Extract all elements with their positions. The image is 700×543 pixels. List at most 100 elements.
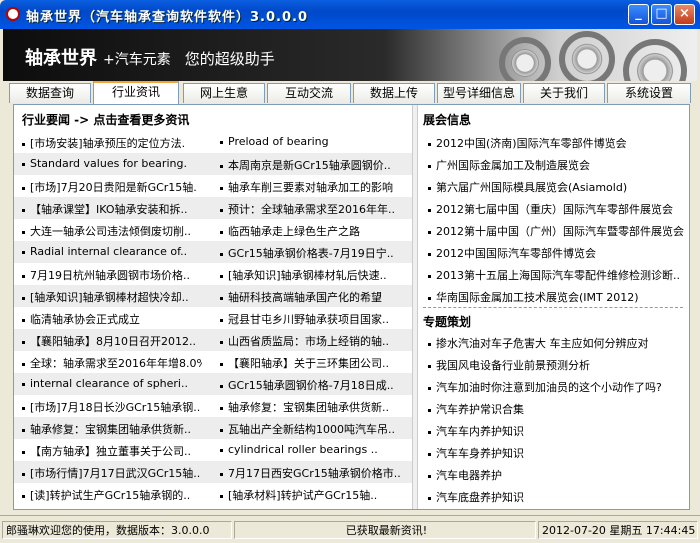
- news-row: Standard values for bearing. 本周南京是新GCr15…: [14, 153, 412, 175]
- news-link[interactable]: [轴承材料]转护试产GCr15轴..: [220, 487, 400, 503]
- news-link[interactable]: 轴承车削三要素对轴承加工的影响: [220, 179, 400, 195]
- news-link[interactable]: 全球：轴承需求至2016年年增8.0%: [22, 355, 202, 371]
- news-link[interactable]: 预计：全球轴承需求至2016年年..: [220, 201, 400, 217]
- status-welcome: 郎骚琳欢迎您的使用，数据版本：3.0.0.0: [2, 521, 232, 539]
- topic-link[interactable]: 汽车车内养护知识: [428, 423, 684, 441]
- exhibition-link[interactable]: 广州国际金属加工及制造展览会: [428, 157, 684, 175]
- tab-model-details[interactable]: 型号详细信息: [437, 83, 521, 103]
- news-link[interactable]: 轴承修复：宝钢集团轴承供货新..: [22, 421, 202, 437]
- close-button[interactable]: ×: [674, 4, 695, 25]
- news-link[interactable]: 轴承修复：宝钢集团轴承供货新..: [220, 399, 400, 415]
- bullet-icon: [22, 250, 25, 254]
- topic-link[interactable]: 汽车底盘养护知识: [428, 489, 684, 507]
- exhibition-link[interactable]: 2013第十五届上海国际汽车零配件维修检测诊断..: [428, 267, 684, 285]
- topic-link[interactable]: 汽车养护常识合集: [428, 401, 684, 419]
- bearing-image: [499, 37, 551, 81]
- exhibition-link[interactable]: 第六届广州国际模具展览会(Asiamold): [428, 179, 684, 197]
- news-link[interactable]: [轴承知识]轴承钢棒材超快冷却..: [22, 289, 202, 305]
- exhibition-link[interactable]: 2012第七届中国（重庆）国际汽车零部件展览会: [428, 201, 684, 219]
- news-header[interactable]: 行业要闻 -> 点击查看更多资讯: [22, 111, 189, 128]
- news-link[interactable]: [轴承知识]轴承钢棒材轧后快速..: [220, 267, 400, 283]
- news-link[interactable]: Preload of bearing: [220, 135, 400, 151]
- bullet-icon: [220, 494, 223, 498]
- news-link[interactable]: [市场]7月18日长沙GCr15轴承钢..: [22, 399, 202, 415]
- exhibition-link[interactable]: 华南国际金属加工技术展览会(IMT 2012): [428, 289, 684, 307]
- news-row: internal clearance of spheri.. GCr15轴承圆钢…: [14, 373, 412, 395]
- tab-data-upload[interactable]: 数据上传: [353, 83, 435, 103]
- news-link[interactable]: 轴研科技高端轴承国产化的希望: [220, 289, 400, 305]
- news-link[interactable]: 大连一轴承公司违法倾倒废切削..: [22, 223, 202, 239]
- bullet-icon: [220, 230, 223, 234]
- news-link[interactable]: [市场安装]轴承预压的定位方法.: [22, 135, 202, 151]
- window-title: 轴承世界（汽车轴承查询软件软件）3.0.0.0: [26, 10, 308, 25]
- news-link[interactable]: 冠县甘屯乡川野轴承获项目国家..: [220, 311, 400, 327]
- news-link[interactable]: Radial internal clearance of..: [22, 245, 202, 261]
- news-link[interactable]: 山西省质监局：市场上经销的轴..: [220, 333, 400, 349]
- tab-industry-news[interactable]: 行业资讯: [93, 81, 179, 104]
- bullet-icon: [220, 340, 223, 344]
- tab-online-business[interactable]: 网上生意: [183, 83, 265, 103]
- news-link[interactable]: 瓦轴出产全新结构1000吨汽车吊..: [220, 421, 400, 437]
- bullet-icon: [428, 342, 431, 346]
- bullet-icon: [428, 164, 431, 168]
- news-link[interactable]: [读]转护试生产GCr15轴承钢的..: [22, 487, 202, 503]
- bullet-icon: [22, 428, 25, 432]
- bullet-icon: [22, 340, 25, 344]
- exhibition-link[interactable]: 2012中国国际汽车零部件博览会: [428, 245, 684, 263]
- news-link[interactable]: 本周南京是新GCr15轴承圆钢价..: [220, 157, 400, 173]
- news-link[interactable]: 7月19日杭州轴承圆钢市场价格..: [22, 267, 202, 283]
- tab-bar: 数据查询 行业资讯 网上生意 互动交流 数据上传 型号详细信息 关于我们 系统设…: [3, 81, 697, 104]
- news-link[interactable]: cylindrical roller bearings ..: [220, 443, 400, 459]
- news-link[interactable]: GCr15轴承圆钢价格-7月18日成..: [220, 377, 400, 393]
- topic-link[interactable]: 汽车电器养护: [428, 467, 684, 485]
- news-row: [市场安装]轴承预压的定位方法. Preload of bearing: [14, 131, 412, 153]
- news-link[interactable]: 临西轴承走上绿色生产之路: [220, 223, 400, 239]
- news-link[interactable]: [市场]7月20日贵阳是新GCr15轴.: [22, 179, 202, 195]
- minimize-button[interactable]: _: [628, 4, 649, 25]
- news-link[interactable]: 临清轴承协会正式成立: [22, 311, 202, 327]
- bullet-icon: [428, 496, 431, 500]
- news-row: [市场]7月20日贵阳是新GCr15轴. 轴承车削三要素对轴承加工的影响: [14, 175, 412, 197]
- topic-link[interactable]: 掺水汽油对车子危害大 车主应如何分辨应对: [428, 335, 684, 353]
- bullet-icon: [428, 364, 431, 368]
- news-row: [市场]7月18日长沙GCr15轴承钢.. 轴承修复：宝钢集团轴承供货新..: [14, 395, 412, 417]
- news-link[interactable]: 【襄阳轴承】8月10日召开2012..: [22, 333, 202, 349]
- bullet-icon: [428, 230, 431, 234]
- news-row: [轴承知识]轴承钢棒材超快冷却.. 轴研科技高端轴承国产化的希望: [14, 285, 412, 307]
- bullet-icon: [220, 362, 223, 366]
- side-panel: 展会信息 2012中国(济南)国际汽车零部件博览会 广州国际金属加工及制造展览会…: [418, 105, 689, 509]
- bullet-icon: [22, 208, 25, 212]
- bullet-icon: [220, 186, 223, 190]
- news-row: 临清轴承协会正式成立 冠县甘屯乡川野轴承获项目国家..: [14, 307, 412, 329]
- tab-interaction[interactable]: 互动交流: [267, 83, 351, 103]
- news-row: 轴承修复：宝钢集团轴承供货新.. 瓦轴出产全新结构1000吨汽车吊..: [14, 417, 412, 439]
- news-link[interactable]: 7月17日西安GCr15轴承钢价格市..: [220, 465, 400, 481]
- title-bar[interactable]: 轴承世界（汽车轴承查询软件软件）3.0.0.0 _ □ ×: [0, 0, 700, 29]
- news-link[interactable]: GCr15轴承钢价格表-7月19日宁..: [220, 245, 400, 261]
- maximize-button[interactable]: □: [651, 4, 672, 25]
- news-link[interactable]: internal clearance of spheri..: [22, 377, 202, 393]
- news-row: 【轴承课堂】IKO轴承安装和拆.. 预计：全球轴承需求至2016年年..: [14, 197, 412, 219]
- news-link[interactable]: 【南方轴承】独立董事关于公司..: [22, 443, 202, 459]
- tab-system-settings[interactable]: 系统设置: [607, 83, 691, 103]
- news-row: [读]转护试生产GCr15轴承钢的.. [轴承材料]转护试产GCr15轴..: [14, 483, 412, 505]
- bullet-icon: [428, 142, 431, 146]
- bullet-icon: [220, 428, 223, 432]
- news-link[interactable]: 【轴承课堂】IKO轴承安装和拆..: [22, 201, 202, 217]
- news-link[interactable]: Standard values for bearing.: [22, 157, 202, 173]
- bullet-icon: [22, 494, 25, 498]
- topic-link[interactable]: 汽车车身养护知识: [428, 445, 684, 463]
- news-row: 【南方轴承】独立董事关于公司.. cylindrical roller bear…: [14, 439, 412, 461]
- exhibitions-header: 展会信息: [423, 113, 472, 127]
- tab-about-us[interactable]: 关于我们: [523, 83, 605, 103]
- topic-link[interactable]: 我国风电设备行业前景预测分析: [428, 357, 684, 375]
- bullet-icon: [220, 252, 223, 256]
- exhibition-link[interactable]: 2012第十届中国（广州）国际汽车暨零部件展览会: [428, 223, 684, 241]
- news-row: 【襄阳轴承】8月10日召开2012.. 山西省质监局：市场上经销的轴..: [14, 329, 412, 351]
- news-link[interactable]: 【襄阳轴承】关于三环集团公司..: [220, 355, 400, 371]
- section-divider: [423, 307, 683, 308]
- topic-link[interactable]: 汽车加油时你注意到加油员的这个小动作了吗?: [428, 379, 684, 397]
- tab-data-query[interactable]: 数据查询: [9, 83, 91, 103]
- exhibition-link[interactable]: 2012中国(济南)国际汽车零部件博览会: [428, 135, 684, 153]
- news-link[interactable]: [市场行情]7月17日武汉GCr15轴..: [22, 465, 202, 481]
